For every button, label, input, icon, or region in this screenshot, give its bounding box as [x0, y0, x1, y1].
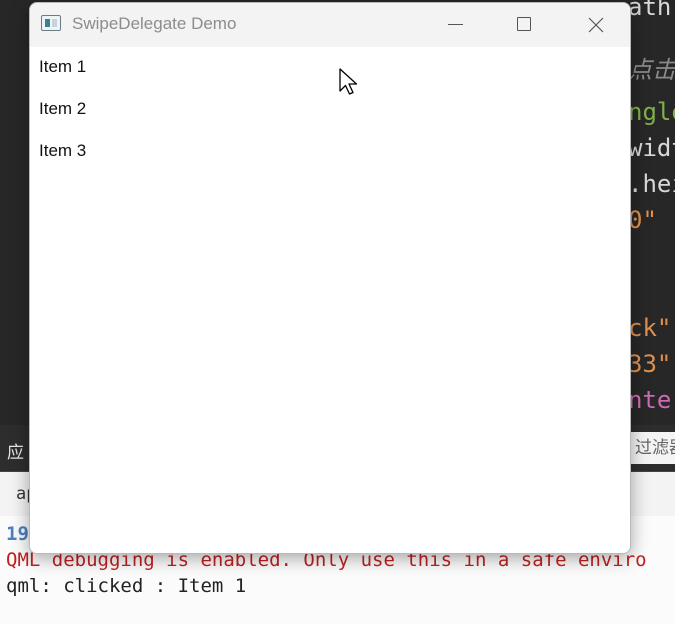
panel-title: 应 [7, 443, 24, 463]
list-item-label: Item 1 [39, 57, 87, 76]
code-line: .hei [628, 170, 675, 198]
code-line: ath [628, 0, 672, 21]
filter-input[interactable]: 过滤器 [628, 432, 675, 464]
list-item-label: Item 2 [39, 99, 87, 118]
window-title: SwipeDelegate Demo [72, 14, 237, 33]
list-item-label: Item 3 [39, 141, 87, 160]
list-item[interactable]: Item 2 [30, 89, 630, 131]
title-bar[interactable]: SwipeDelegate Demo [30, 3, 630, 47]
code-line: 0" [628, 206, 657, 234]
close-button[interactable] [570, 3, 620, 47]
code-line: ngle [628, 98, 675, 126]
output-line: qml: clicked : Item 1 [6, 575, 247, 597]
mouse-cursor-icon [339, 68, 358, 95]
code-line: widt [628, 134, 675, 162]
list-item[interactable]: Item 3 [30, 131, 630, 173]
code-line: 33" [628, 350, 672, 378]
swipe-list: Item 1 Item 2 Item 3 [30, 47, 630, 553]
code-line: nter [628, 386, 675, 414]
code-line: 点击 [628, 56, 675, 84]
code-line: ck" [628, 314, 672, 342]
maximize-button[interactable] [500, 3, 550, 47]
minimize-button[interactable] [430, 3, 480, 47]
app-icon [41, 15, 61, 31]
list-item[interactable]: Item 1 [30, 47, 630, 89]
app-window: SwipeDelegate Demo Item 1 Item 2 Item 3 [29, 2, 631, 554]
close-icon [588, 17, 604, 33]
